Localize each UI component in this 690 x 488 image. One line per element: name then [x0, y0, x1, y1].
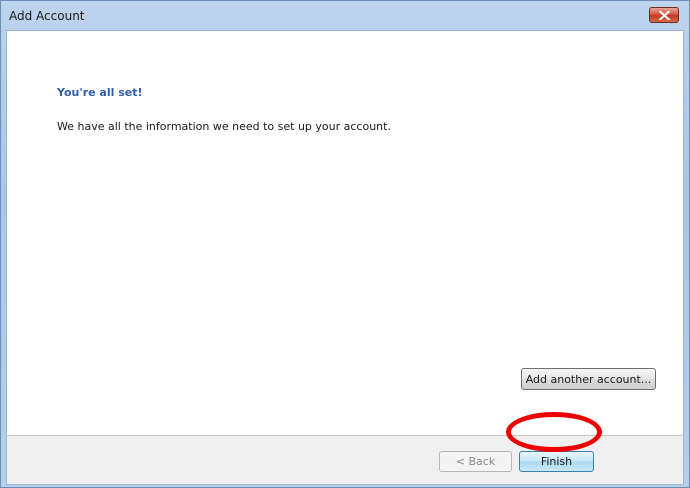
content-panel: You're all set! We have all the informat…: [7, 31, 683, 435]
back-button[interactable]: < Back: [439, 451, 512, 472]
close-icon: [659, 11, 670, 20]
add-account-window: Add Account You're all set! We have all …: [0, 0, 690, 488]
add-another-account-button[interactable]: Add another account...: [521, 368, 656, 390]
dialog-client-area: You're all set! We have all the informat…: [6, 30, 684, 485]
window-title: Add Account: [9, 9, 85, 23]
close-button[interactable]: [649, 7, 679, 23]
finish-button[interactable]: Finish: [519, 451, 594, 472]
page-heading: You're all set!: [57, 86, 143, 99]
dialog-footer: < Back Finish: [7, 436, 683, 484]
title-bar: Add Account: [1, 1, 689, 29]
info-message: We have all the information we need to s…: [57, 120, 391, 133]
